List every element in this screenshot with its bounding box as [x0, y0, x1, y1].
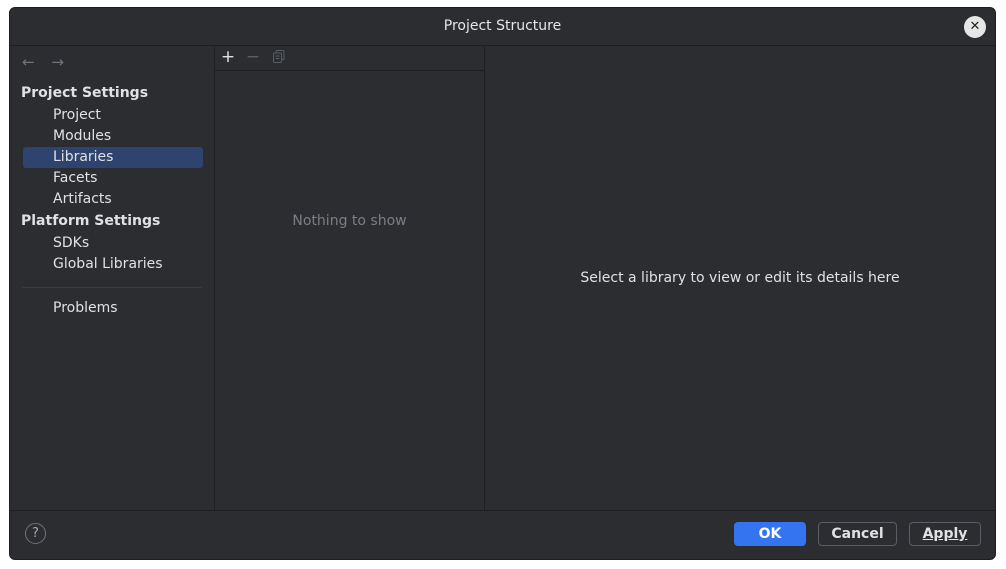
- detail-placeholder: Select a library to view or edit its det…: [580, 270, 900, 286]
- empty-list-message: Nothing to show: [292, 213, 407, 229]
- project-structure-dialog: Project Structure ✕ ← → Project Settings…: [9, 7, 996, 560]
- back-arrow-icon[interactable]: ←: [22, 53, 35, 71]
- sidebar-item-sdks[interactable]: SDKs: [23, 233, 203, 254]
- title-bar: Project Structure ✕: [10, 8, 995, 46]
- sidebar-item-artifacts[interactable]: Artifacts: [23, 189, 203, 210]
- sidebar-item-libraries[interactable]: Libraries: [23, 147, 203, 168]
- apply-button[interactable]: Apply: [909, 522, 981, 546]
- list-toolbar: + −: [215, 45, 484, 71]
- library-detail-panel: Select a library to view or edit its det…: [485, 45, 995, 512]
- platform-settings-header: Platform Settings: [21, 213, 161, 229]
- sidebar-item-problems[interactable]: Problems: [23, 298, 203, 319]
- dialog-content: ← → Project Settings Project Modules Lib…: [10, 45, 995, 512]
- add-button[interactable]: +: [218, 47, 238, 67]
- copy-button[interactable]: [269, 47, 289, 67]
- ok-button[interactable]: OK: [734, 522, 806, 546]
- navigation-arrows: ← →: [22, 53, 76, 71]
- remove-button[interactable]: −: [243, 47, 263, 67]
- close-icon: ✕: [969, 19, 981, 34]
- sidebar-item-project[interactable]: Project: [23, 105, 203, 126]
- plus-icon: +: [220, 47, 236, 67]
- minus-icon: −: [245, 47, 261, 67]
- sidebar-item-global-libraries[interactable]: Global Libraries: [23, 254, 203, 275]
- forward-arrow-icon[interactable]: →: [51, 53, 64, 71]
- help-icon: ?: [32, 526, 39, 541]
- dialog-footer: ? OK Cancel Apply: [10, 510, 995, 559]
- sidebar: ← → Project Settings Project Modules Lib…: [10, 45, 215, 512]
- help-button[interactable]: ?: [25, 523, 46, 544]
- sidebar-item-facets[interactable]: Facets: [23, 168, 203, 189]
- sidebar-divider: [22, 287, 202, 288]
- library-list-panel: + − Nothing to show: [215, 45, 485, 512]
- dialog-title: Project Structure: [443, 18, 562, 34]
- sidebar-item-modules[interactable]: Modules: [23, 126, 203, 147]
- project-settings-header: Project Settings: [21, 85, 149, 101]
- close-button[interactable]: ✕: [964, 16, 986, 38]
- copy-icon: [273, 50, 285, 63]
- cancel-button[interactable]: Cancel: [818, 522, 897, 546]
